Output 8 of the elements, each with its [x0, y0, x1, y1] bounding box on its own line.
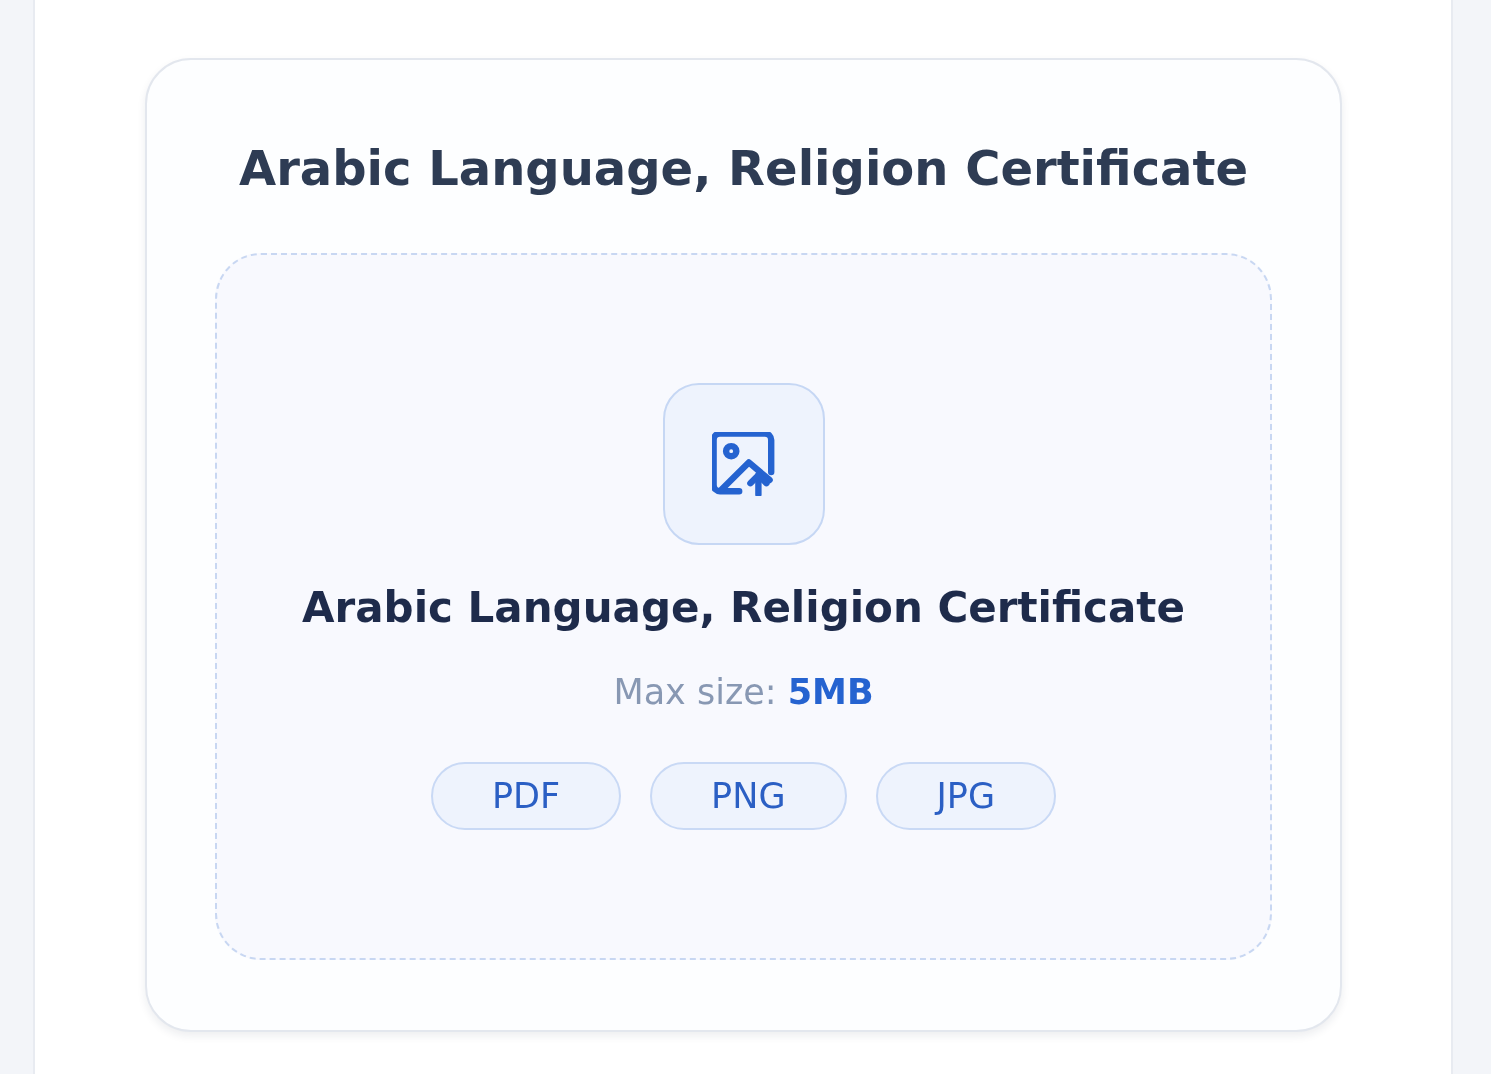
- upload-label: Arabic Language, Religion Certificate: [302, 582, 1185, 634]
- file-type-tag: JPG: [875, 762, 1057, 830]
- card-title: Arabic Language, Religion Certificate: [239, 139, 1248, 198]
- file-type-tag: PDF: [430, 762, 622, 830]
- file-type-tag: PNG: [650, 762, 847, 830]
- upload-dropzone[interactable]: Arabic Language, Religion Certificate Max size: 5MB PDF PNG JPG: [215, 253, 1272, 960]
- image-upload-icon: [662, 383, 825, 545]
- max-size-text: Max size: 5MB: [613, 671, 874, 714]
